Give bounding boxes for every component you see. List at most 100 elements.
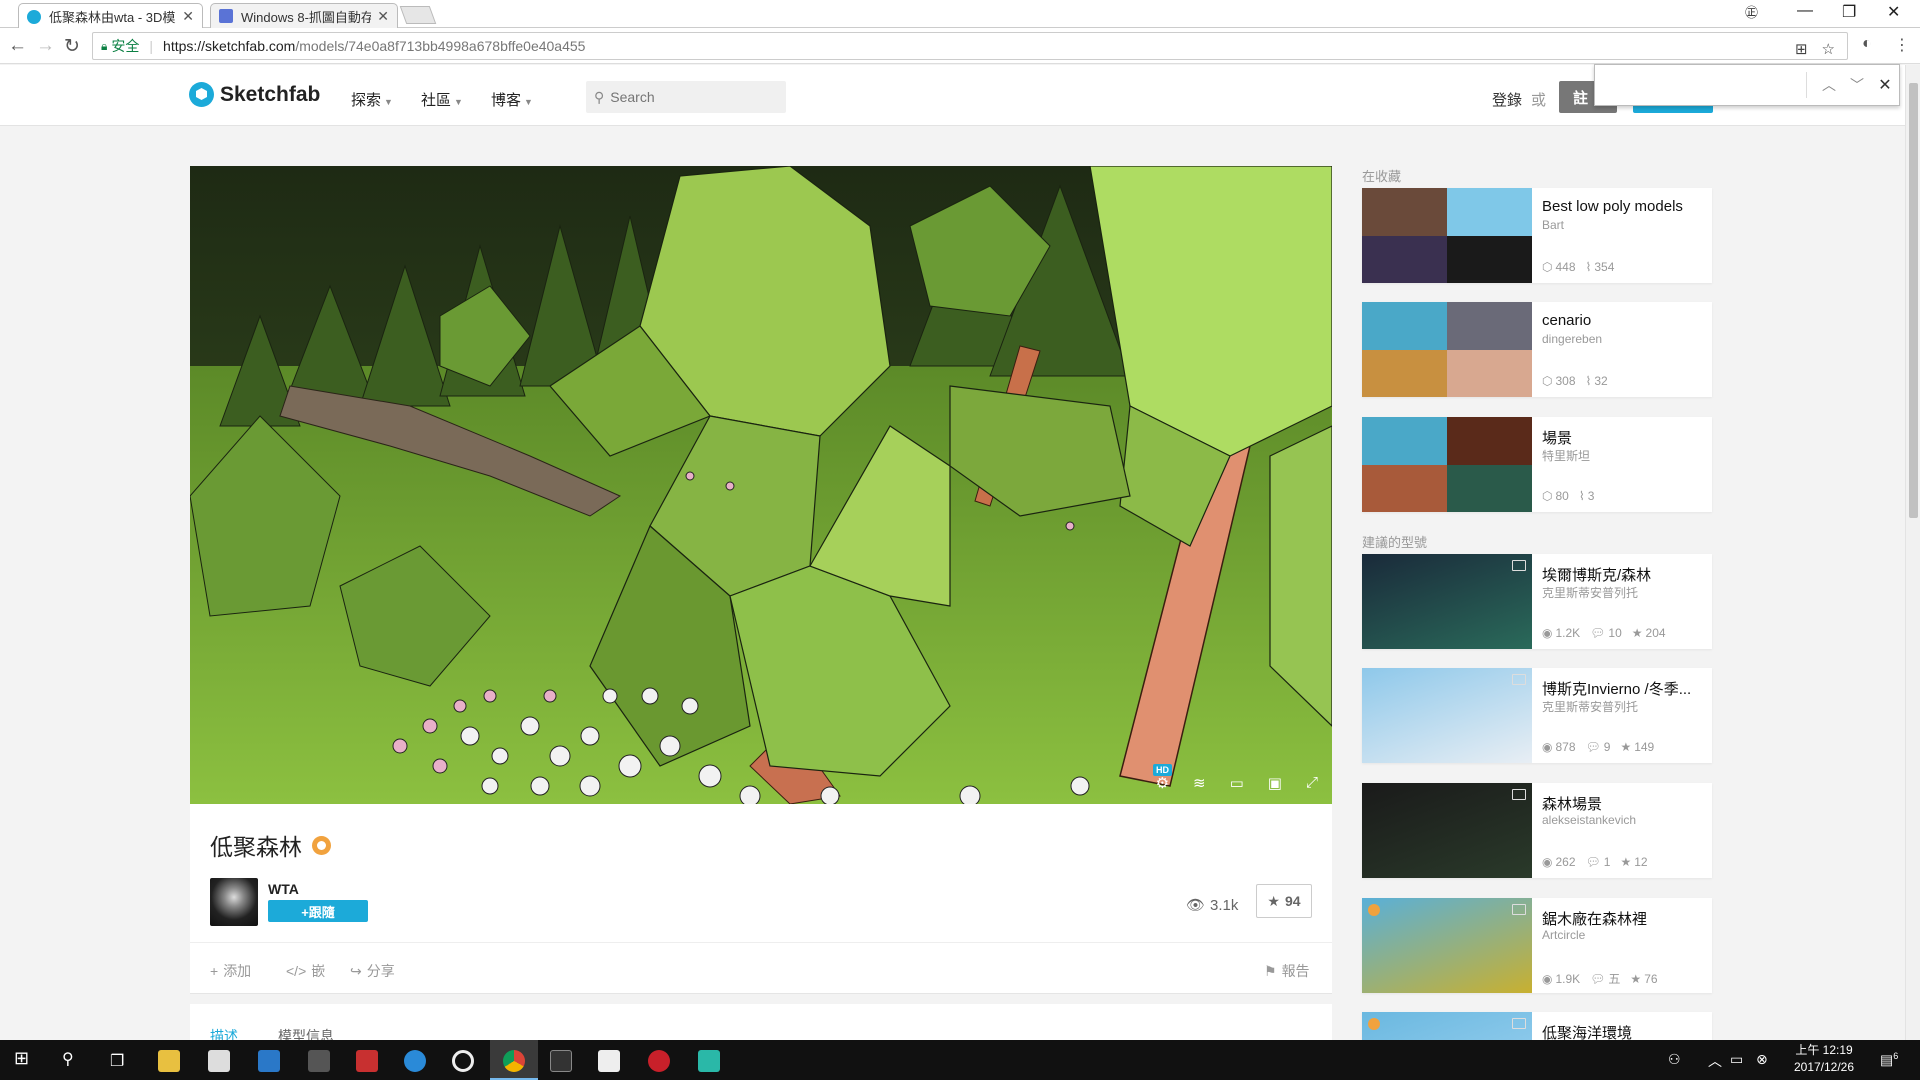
recommended-model-card[interactable]: 低聚海洋環境	[1362, 1012, 1712, 1042]
url-field[interactable]: 🔒︎ 安全 | https://sketchfab.com /models/74…	[92, 32, 1848, 60]
sketchfab-logo[interactable]: Sketchfab	[189, 82, 320, 107]
terminal-icon[interactable]	[550, 1050, 572, 1072]
nav-explore[interactable]: 探索 ▼	[351, 89, 393, 110]
network-icon[interactable]: ▭	[1730, 1051, 1743, 1068]
report-button[interactable]: ⚑ 報告	[1264, 961, 1310, 981]
add-to-collection-button[interactable]: + 添加	[210, 961, 251, 981]
model-thumbnail	[1362, 668, 1532, 763]
recommended-model-card[interactable]: 鋸木廠在森林裡 Artcircle ◉ 1.9K 💬︎ 五 ★ 76	[1362, 898, 1712, 993]
model-author[interactable]: 克里斯蒂安普列托	[1542, 698, 1638, 715]
close-tab-icon[interactable]: ✕	[377, 8, 389, 25]
embed-button[interactable]: </> 嵌	[286, 961, 325, 981]
reload-icon[interactable]: ↻	[64, 35, 80, 58]
system-clock[interactable]: 上午 12:19 2017/12/26	[1784, 1042, 1864, 1076]
collection-card[interactable]: Best low poly models Bart ⬡ 448 ⌇ 354	[1362, 188, 1712, 283]
nav-blog[interactable]: 博客 ▼	[491, 89, 533, 110]
chrome-icon[interactable]	[503, 1050, 525, 1072]
views-stat: ◉ 1.2K	[1542, 626, 1580, 640]
bookmark-star-icon[interactable]: ☆	[1822, 40, 1835, 58]
animated-model-icon	[1512, 560, 1526, 571]
model-author[interactable]: 克里斯蒂安普列托	[1542, 584, 1638, 601]
file-explorer-icon[interactable]	[158, 1050, 180, 1072]
app-icon[interactable]	[356, 1050, 378, 1072]
close-tab-icon[interactable]: ✕	[182, 8, 194, 25]
browser-tab-windows8[interactable]: Windows 8-抓圖自動存 ✕	[210, 3, 398, 28]
collection-title[interactable]: Best low poly models	[1542, 198, 1704, 215]
find-previous-icon[interactable]: ︿	[1815, 75, 1843, 95]
model-viewer[interactable]: HD ⚙ ≋ ▭ ▣ ⤢	[190, 166, 1332, 804]
author-avatar[interactable]	[210, 878, 258, 926]
translate-icon[interactable]: ㊣	[1745, 2, 1758, 21]
search-icon[interactable]: ⚲	[62, 1049, 74, 1069]
collection-card[interactable]: cenario dingereben ⬡ 308 ⌇ 32	[1362, 302, 1712, 397]
model-author[interactable]: alekseistankevich	[1542, 813, 1636, 827]
collection-title[interactable]: 場景	[1542, 427, 1704, 448]
task-view-icon[interactable]: ❐	[110, 1051, 124, 1071]
close-window-button[interactable]: ✕	[1887, 2, 1900, 22]
author-name[interactable]: WTA	[268, 881, 299, 897]
collection-author[interactable]: Bart	[1542, 218, 1564, 232]
report-label: 報告	[1281, 963, 1310, 979]
app-icon[interactable]	[308, 1050, 330, 1072]
model-title[interactable]: 鋸木廠在森林裡	[1542, 908, 1704, 929]
site-search[interactable]: ⚲	[586, 81, 786, 113]
divider	[190, 942, 1332, 943]
tab-title: Windows 8-抓圖自動存	[241, 9, 372, 25]
minimize-button[interactable]: —	[1797, 2, 1813, 20]
page-scrollbar[interactable]	[1905, 65, 1920, 1040]
vr-headset-icon[interactable]: ▭	[1230, 774, 1244, 792]
model-title[interactable]: 博斯克Invierno /冬季...	[1542, 678, 1704, 699]
edge-icon[interactable]	[404, 1050, 426, 1072]
like-button[interactable]: ★ 94	[1256, 884, 1312, 918]
nav-community-label: 社區	[421, 92, 452, 109]
model-author[interactable]: Artcircle	[1542, 928, 1585, 942]
find-close-icon[interactable]: ✕	[1871, 75, 1899, 95]
tray-overflow-icon[interactable]: ︿	[1708, 1051, 1722, 1071]
windows-start-icon[interactable]: ⊞	[14, 1048, 29, 1069]
forward-arrow-icon[interactable]: →	[36, 35, 55, 57]
layers-icon[interactable]: ≋	[1193, 774, 1206, 792]
maximize-button[interactable]: ❐	[1842, 2, 1856, 22]
notification-count: 6	[1893, 1051, 1899, 1061]
search-input[interactable]	[610, 89, 771, 105]
theatre-mode-icon[interactable]: ▣	[1268, 774, 1282, 792]
people-icon[interactable]: ⚇	[1668, 1051, 1681, 1068]
7zip-icon[interactable]	[208, 1050, 230, 1072]
recommended-model-card[interactable]: 森林場景 alekseistankevich ◉ 262 💬︎ 1 ★ 12	[1362, 783, 1712, 878]
eye-icon: ◉	[1542, 626, 1553, 640]
app-icon[interactable]	[452, 1050, 474, 1072]
notification-center-icon[interactable]: ▤6	[1880, 1051, 1898, 1069]
recommended-model-card[interactable]: 埃爾博斯克/森林 克里斯蒂安普列托 ◉ 1.2K 💬︎ 10 ★ 204	[1362, 554, 1712, 649]
recommended-model-card[interactable]: 博斯克Invierno /冬季... 克里斯蒂安普列托 ◉ 878 💬︎ 9 ★ 149	[1362, 668, 1712, 763]
eye-icon: ◉	[1542, 740, 1553, 754]
cube-icon: ⬡	[1542, 260, 1553, 274]
model-title[interactable]: 森林場景	[1542, 793, 1704, 814]
collection-author[interactable]: 特里斯坦	[1542, 447, 1590, 464]
chrome-menu-icon[interactable]: ⋮	[1894, 35, 1910, 55]
find-input[interactable]	[1603, 70, 1798, 100]
collection-author[interactable]: dingereben	[1542, 332, 1602, 346]
extension-icon[interactable]: ◐	[1862, 35, 1872, 53]
login-link[interactable]: 登錄	[1492, 89, 1522, 110]
mail-icon[interactable]	[598, 1050, 620, 1072]
collection-title[interactable]: cenario	[1542, 312, 1704, 329]
nav-community[interactable]: 社區 ▼	[421, 89, 463, 110]
new-tab-button[interactable]	[399, 6, 437, 24]
back-arrow-icon[interactable]: ←	[8, 35, 27, 57]
fullscreen-icon[interactable]: ⤢	[1306, 774, 1318, 792]
translate-page-icon[interactable]: ⊞	[1795, 40, 1808, 58]
collection-card[interactable]: 場景 特里斯坦 ⬡ 80 ⌇ 3	[1362, 417, 1712, 512]
likes-value: 149	[1634, 740, 1655, 754]
follow-button[interactable]: +跟隨	[268, 900, 368, 922]
app-icon[interactable]	[648, 1050, 670, 1072]
browser-tab-sketchfab[interactable]: 低聚森林由wta - 3D模型 ✕	[18, 3, 203, 29]
share-button[interactable]: ↪ 分享	[350, 961, 395, 981]
app-icon[interactable]	[698, 1050, 720, 1072]
store-icon[interactable]	[258, 1050, 280, 1072]
staff-pick-badge-icon	[312, 835, 331, 855]
model-title[interactable]: 埃爾博斯克/森林	[1542, 564, 1704, 585]
settings-gear-icon[interactable]: ⚙	[1156, 774, 1169, 792]
volume-icon[interactable]: ⊗	[1756, 1051, 1768, 1068]
scrollbar-thumb[interactable]	[1909, 83, 1918, 518]
find-next-icon[interactable]: ﹀	[1843, 75, 1871, 95]
